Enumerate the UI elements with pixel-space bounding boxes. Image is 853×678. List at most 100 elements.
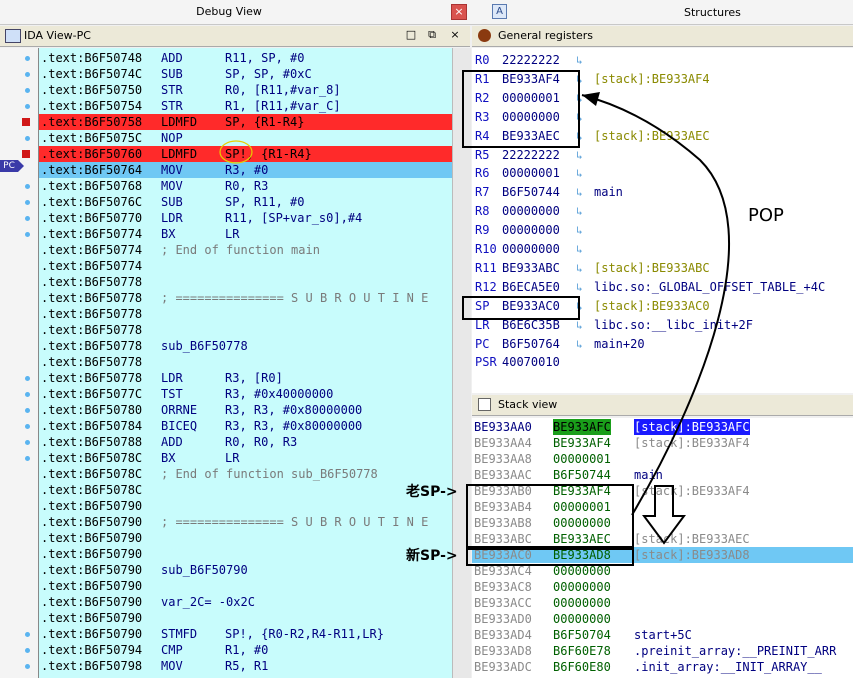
stack-row[interactable]: BE933AD4 B6F50704 start+5C bbox=[472, 627, 853, 643]
breakpoint-icon[interactable] bbox=[22, 118, 30, 126]
register-value[interactable]: 00000000 bbox=[502, 221, 560, 240]
code-line[interactable]: .text:B6F50784 BICEQ R3, R3, #0x80000000 bbox=[39, 418, 453, 434]
code-line[interactable]: .text:B6F50790 bbox=[39, 530, 453, 546]
code-line[interactable]: .text:B6F50790 var_2C= -0x2C bbox=[39, 594, 453, 610]
code-line[interactable]: .text:B6F50790 sub_B6F50790 bbox=[39, 562, 453, 578]
code-line[interactable]: .text:B6F50798 MOV R5, R1 bbox=[39, 658, 453, 674]
code-line[interactable]: .text:B6F5078C ; End of function sub_B6F5… bbox=[39, 466, 453, 482]
jump-arrow-icon[interactable]: ↳ bbox=[576, 335, 583, 354]
register-value[interactable]: 00000000 bbox=[502, 240, 560, 259]
ida-gutter[interactable] bbox=[0, 48, 38, 678]
code-line[interactable]: .text:B6F50778 ; =============== S U B R … bbox=[39, 290, 453, 306]
code-line[interactable]: .text:B6F50780 ORRNE R3, R3, #0x80000000 bbox=[39, 402, 453, 418]
code-line[interactable]: .text:B6F50758 LDMFD SP, {R1-R4} bbox=[39, 114, 453, 130]
register-value[interactable]: B6F50764 bbox=[502, 335, 560, 354]
jump-arrow-icon[interactable]: ↳ bbox=[576, 221, 583, 240]
stack-row[interactable]: BE933AD0 00000000 bbox=[472, 611, 853, 627]
jump-arrow-icon[interactable]: ↳ bbox=[576, 164, 583, 183]
stack-row[interactable]: BE933AC8 00000000 bbox=[472, 579, 853, 595]
jump-arrow-icon[interactable]: ↳ bbox=[576, 51, 583, 70]
stack-row[interactable]: BE933AAC B6F50744 main bbox=[472, 467, 853, 483]
code-line[interactable]: .text:B6F5074C SUB SP, SP, #0xC bbox=[39, 66, 453, 82]
code-line[interactable]: .text:B6F50790 ; =============== S U B R … bbox=[39, 514, 453, 530]
code-line[interactable]: .text:B6F50770 LDR R11, [SP+var_s0],#4 bbox=[39, 210, 453, 226]
code-line[interactable]: .text:B6F50778 bbox=[39, 306, 453, 322]
register-value[interactable]: 22222222 bbox=[502, 146, 560, 165]
code-line[interactable]: .text:B6F50778 bbox=[39, 354, 453, 370]
register-row[interactable]: PSR 40070010 bbox=[472, 353, 853, 372]
register-value[interactable]: 00000001 bbox=[502, 164, 560, 183]
register-row[interactable]: R12 B6ECA5E0 ↳ libc.so:_GLOBAL_OFFSET_TABLE… bbox=[472, 278, 853, 297]
code-line[interactable]: .text:B6F50790 bbox=[39, 610, 453, 626]
code-line[interactable]: .text:B6F50778 bbox=[39, 322, 453, 338]
register-value[interactable]: B6F50744 bbox=[502, 183, 560, 202]
register-row[interactable]: R0 22222222 ↳ bbox=[472, 51, 853, 70]
code-line[interactable]: .text:B6F50790 bbox=[39, 578, 453, 594]
jump-arrow-icon[interactable]: ↳ bbox=[576, 259, 583, 278]
code-line[interactable]: .text:B6F50778 bbox=[39, 274, 453, 290]
stack-value[interactable]: BE933AF4 bbox=[553, 435, 611, 451]
stack-value[interactable]: B6F50744 bbox=[553, 467, 611, 483]
tab-structures[interactable]: A Structures bbox=[484, 0, 853, 24]
code-line[interactable]: .text:B6F50764 MOV R3, #0 bbox=[39, 162, 453, 178]
stack-row[interactable]: BE933ADC B6F60E80 .init_array:__INIT_ARRAY… bbox=[472, 659, 853, 675]
code-line[interactable]: .text:B6F50788 ADD R0, R0, R3 bbox=[39, 434, 453, 450]
stack-value[interactable]: BE933AFC bbox=[553, 419, 611, 435]
code-line[interactable]: .text:B6F50774 ; End of function main bbox=[39, 242, 453, 258]
tab-debug-view[interactable]: Debug View × bbox=[0, 0, 468, 24]
code-line[interactable]: .text:B6F5077C TST R3, #0x40000000 bbox=[39, 386, 453, 402]
register-value[interactable]: 40070010 bbox=[502, 353, 560, 372]
jump-arrow-icon[interactable]: ↳ bbox=[576, 183, 583, 202]
code-line[interactable]: .text:B6F5075C NOP bbox=[39, 130, 453, 146]
register-value[interactable]: BE933ABC bbox=[502, 259, 560, 278]
float-window-icon[interactable]: ⧉ bbox=[425, 28, 439, 42]
jump-arrow-icon[interactable]: ↳ bbox=[576, 202, 583, 221]
code-line[interactable]: .text:B6F50774 BX LR bbox=[39, 226, 453, 242]
code-line[interactable]: .text:B6F50760 LDMFD SP!, {R1-R4} bbox=[39, 146, 453, 162]
register-row[interactable]: PC B6F50764 ↳ main+20 bbox=[472, 335, 853, 354]
jump-arrow-icon[interactable]: ↳ bbox=[576, 278, 583, 297]
register-row[interactable]: R9 00000000 ↳ bbox=[472, 221, 853, 240]
stack-row[interactable]: BE933AA0 BE933AFC [stack]:BE933AFC bbox=[472, 419, 853, 435]
stack-row[interactable]: BE933AA4 BE933AF4 [stack]:BE933AF4 bbox=[472, 435, 853, 451]
code-line[interactable]: .text:B6F50754 STR R1, [R11,#var_C] bbox=[39, 98, 453, 114]
code-line[interactable]: .text:B6F50778 sub_B6F50778 bbox=[39, 338, 453, 354]
ida-disassembly[interactable]: .text:B6F50748 ADD R11, SP, #0 .text:B6F507… bbox=[38, 48, 453, 678]
stack-value[interactable]: 00000000 bbox=[553, 579, 611, 595]
register-row[interactable]: R11 BE933ABC ↳ [stack]:BE933ABC bbox=[472, 259, 853, 278]
register-row[interactable]: R7 B6F50744 ↳ main bbox=[472, 183, 853, 202]
code-line[interactable]: .text:B6F50790 bbox=[39, 546, 453, 562]
stack-row[interactable]: BE933ACC 00000000 bbox=[472, 595, 853, 611]
breakpoint-icon[interactable] bbox=[22, 150, 30, 158]
register-row[interactable]: R8 00000000 ↳ bbox=[472, 202, 853, 221]
register-row[interactable]: R10 00000000 ↳ bbox=[472, 240, 853, 259]
stack-value[interactable]: 00000001 bbox=[553, 451, 611, 467]
stack-value[interactable]: 00000000 bbox=[553, 595, 611, 611]
close-panel-icon[interactable]: × bbox=[448, 28, 462, 42]
register-row[interactable]: R6 00000001 ↳ bbox=[472, 164, 853, 183]
restore-icon[interactable]: □ bbox=[404, 28, 418, 42]
register-row[interactable]: R5 22222222 ↳ bbox=[472, 146, 853, 165]
code-line[interactable]: .text:B6F5078C BX LR bbox=[39, 450, 453, 466]
code-line[interactable]: .text:B6F50778 LDR R3, [R0] bbox=[39, 370, 453, 386]
code-line[interactable]: .text:B6F5076C SUB SP, R11, #0 bbox=[39, 194, 453, 210]
code-line[interactable]: .text:B6F5078C bbox=[39, 482, 453, 498]
stack-row[interactable]: BE933AA8 00000001 bbox=[472, 451, 853, 467]
stack-value[interactable]: B6F60E80 bbox=[553, 659, 611, 675]
register-value[interactable]: 00000000 bbox=[502, 202, 560, 221]
stack-row[interactable]: BE933AD8 B6F60E78 .preinit_array:__PREINIT… bbox=[472, 643, 853, 659]
code-line[interactable]: .text:B6F50774 bbox=[39, 258, 453, 274]
code-line[interactable]: .text:B6F50768 MOV R0, R3 bbox=[39, 178, 453, 194]
stack-value[interactable]: 00000000 bbox=[553, 611, 611, 627]
jump-arrow-icon[interactable]: ↳ bbox=[576, 146, 583, 165]
code-line[interactable]: .text:B6F50748 ADD R11, SP, #0 bbox=[39, 50, 453, 66]
code-line[interactable]: .text:B6F50790 bbox=[39, 498, 453, 514]
stack-value[interactable]: B6F50704 bbox=[553, 627, 611, 643]
jump-arrow-icon[interactable]: ↳ bbox=[576, 240, 583, 259]
code-line[interactable]: .text:B6F50790 STMFD SP!, {R0-R2,R4-R11,LR… bbox=[39, 626, 453, 642]
close-icon[interactable]: × bbox=[451, 4, 467, 20]
register-value[interactable]: B6ECA5E0 bbox=[502, 278, 560, 297]
code-line[interactable]: .text:B6F50750 STR R0, [R11,#var_8] bbox=[39, 82, 453, 98]
register-value[interactable]: 22222222 bbox=[502, 51, 560, 70]
code-line[interactable]: .text:B6F50794 CMP R1, #0 bbox=[39, 642, 453, 658]
